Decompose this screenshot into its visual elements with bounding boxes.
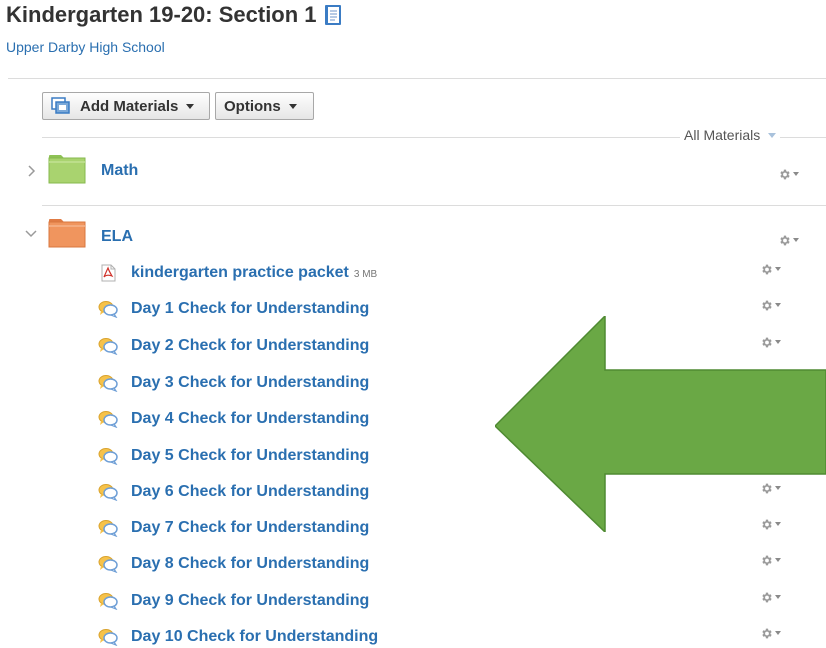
chevron-down-icon [793, 238, 799, 242]
list-item[interactable]: kindergarten practice packet 3 MB [98, 262, 377, 284]
discussion-icon [98, 301, 118, 318]
gear-icon [762, 300, 772, 310]
gear-icon [762, 592, 772, 602]
annotation-arrow [495, 316, 826, 532]
discussion-icon [98, 448, 118, 465]
course-notebook-icon [324, 5, 341, 25]
discussion-icon [98, 484, 118, 501]
add-materials-icon [51, 97, 70, 114]
item-title[interactable]: kindergarten practice packet [131, 264, 349, 282]
chevron-down-icon [793, 172, 799, 176]
folder-divider [42, 205, 826, 206]
discussion-icon [98, 338, 118, 355]
chevron-down-icon [775, 267, 781, 271]
chevron-down-icon[interactable] [24, 226, 38, 240]
list-item[interactable]: Day 2 Check for Understanding [98, 335, 369, 357]
item-title[interactable]: Day 1 Check for Understanding [131, 300, 369, 318]
page-title: Kindergarten 19-20: Section 1 [6, 2, 343, 28]
chevron-right-icon[interactable] [24, 164, 38, 178]
folder-title-math[interactable]: Math [101, 162, 138, 180]
chevron-down-icon [775, 631, 781, 635]
file-size: 3 MB [353, 269, 378, 280]
folder-ela-gear-menu[interactable] [778, 232, 806, 248]
folder-title-ela[interactable]: ELA [101, 228, 133, 246]
item-gear-menu[interactable] [760, 625, 788, 641]
all-materials-filter[interactable]: All Materials [680, 127, 781, 143]
chevron-down-icon [775, 595, 781, 599]
discussion-icon [98, 520, 118, 537]
list-item[interactable]: Day 1 Check for Understanding [98, 298, 369, 320]
item-gear-menu[interactable] [760, 552, 788, 568]
list-item[interactable]: Day 5 Check for Understanding [98, 445, 369, 467]
discussion-icon [98, 629, 118, 646]
chevron-down-icon [288, 103, 297, 109]
all-materials-label: All Materials [684, 127, 761, 143]
item-title[interactable]: Day 10 Check for Understanding [131, 628, 378, 646]
folder-math-gear-menu[interactable] [778, 166, 806, 182]
list-item[interactable]: Day 7 Check for Understanding [98, 517, 369, 539]
list-item[interactable]: Day 8 Check for Understanding [98, 553, 369, 575]
gear-icon [780, 235, 790, 245]
school-link[interactable]: Upper Darby High School [6, 39, 165, 55]
list-item[interactable]: Day 6 Check for Understanding [98, 481, 369, 503]
item-title[interactable]: Day 2 Check for Understanding [131, 337, 369, 355]
list-item[interactable]: Day 3 Check for Understanding [98, 372, 369, 394]
item-title[interactable]: Day 3 Check for Understanding [131, 374, 369, 392]
options-label: Options [224, 97, 281, 115]
gear-icon [780, 169, 790, 179]
item-title[interactable]: Day 6 Check for Understanding [131, 483, 369, 501]
item-gear-menu[interactable] [760, 297, 788, 313]
list-item[interactable]: Day 10 Check for Understanding [98, 626, 378, 648]
item-title[interactable]: Day 5 Check for Understanding [131, 447, 369, 465]
course-title: Kindergarten 19-20: Section 1 [6, 2, 317, 27]
list-item[interactable]: Day 4 Check for Understanding [98, 408, 369, 430]
discussion-icon [98, 593, 118, 610]
item-gear-menu[interactable] [760, 261, 788, 277]
chevron-down-icon [186, 103, 195, 109]
discussion-icon [98, 556, 118, 573]
math-folder-icon [48, 155, 86, 184]
gear-icon [762, 555, 772, 565]
header-divider [8, 78, 826, 79]
chevron-down-icon [775, 303, 781, 307]
item-title[interactable]: Day 9 Check for Understanding [131, 592, 369, 610]
discussion-icon [98, 411, 118, 428]
add-materials-button[interactable]: Add Materials [42, 92, 210, 120]
item-gear-menu[interactable] [760, 589, 788, 605]
item-title[interactable]: Day 8 Check for Understanding [131, 555, 369, 573]
item-title[interactable]: Day 7 Check for Understanding [131, 519, 369, 537]
discussion-icon [98, 375, 118, 392]
item-title[interactable]: Day 4 Check for Understanding [131, 410, 369, 428]
gear-icon [762, 264, 772, 274]
options-button[interactable]: Options [215, 92, 314, 120]
list-item[interactable]: Day 9 Check for Understanding [98, 590, 369, 612]
gear-icon [762, 628, 772, 638]
chevron-down-icon [768, 132, 777, 138]
chevron-down-icon [775, 558, 781, 562]
ela-folder-icon [48, 219, 86, 248]
pdf-icon [101, 264, 116, 282]
add-materials-label: Add Materials [80, 97, 179, 115]
